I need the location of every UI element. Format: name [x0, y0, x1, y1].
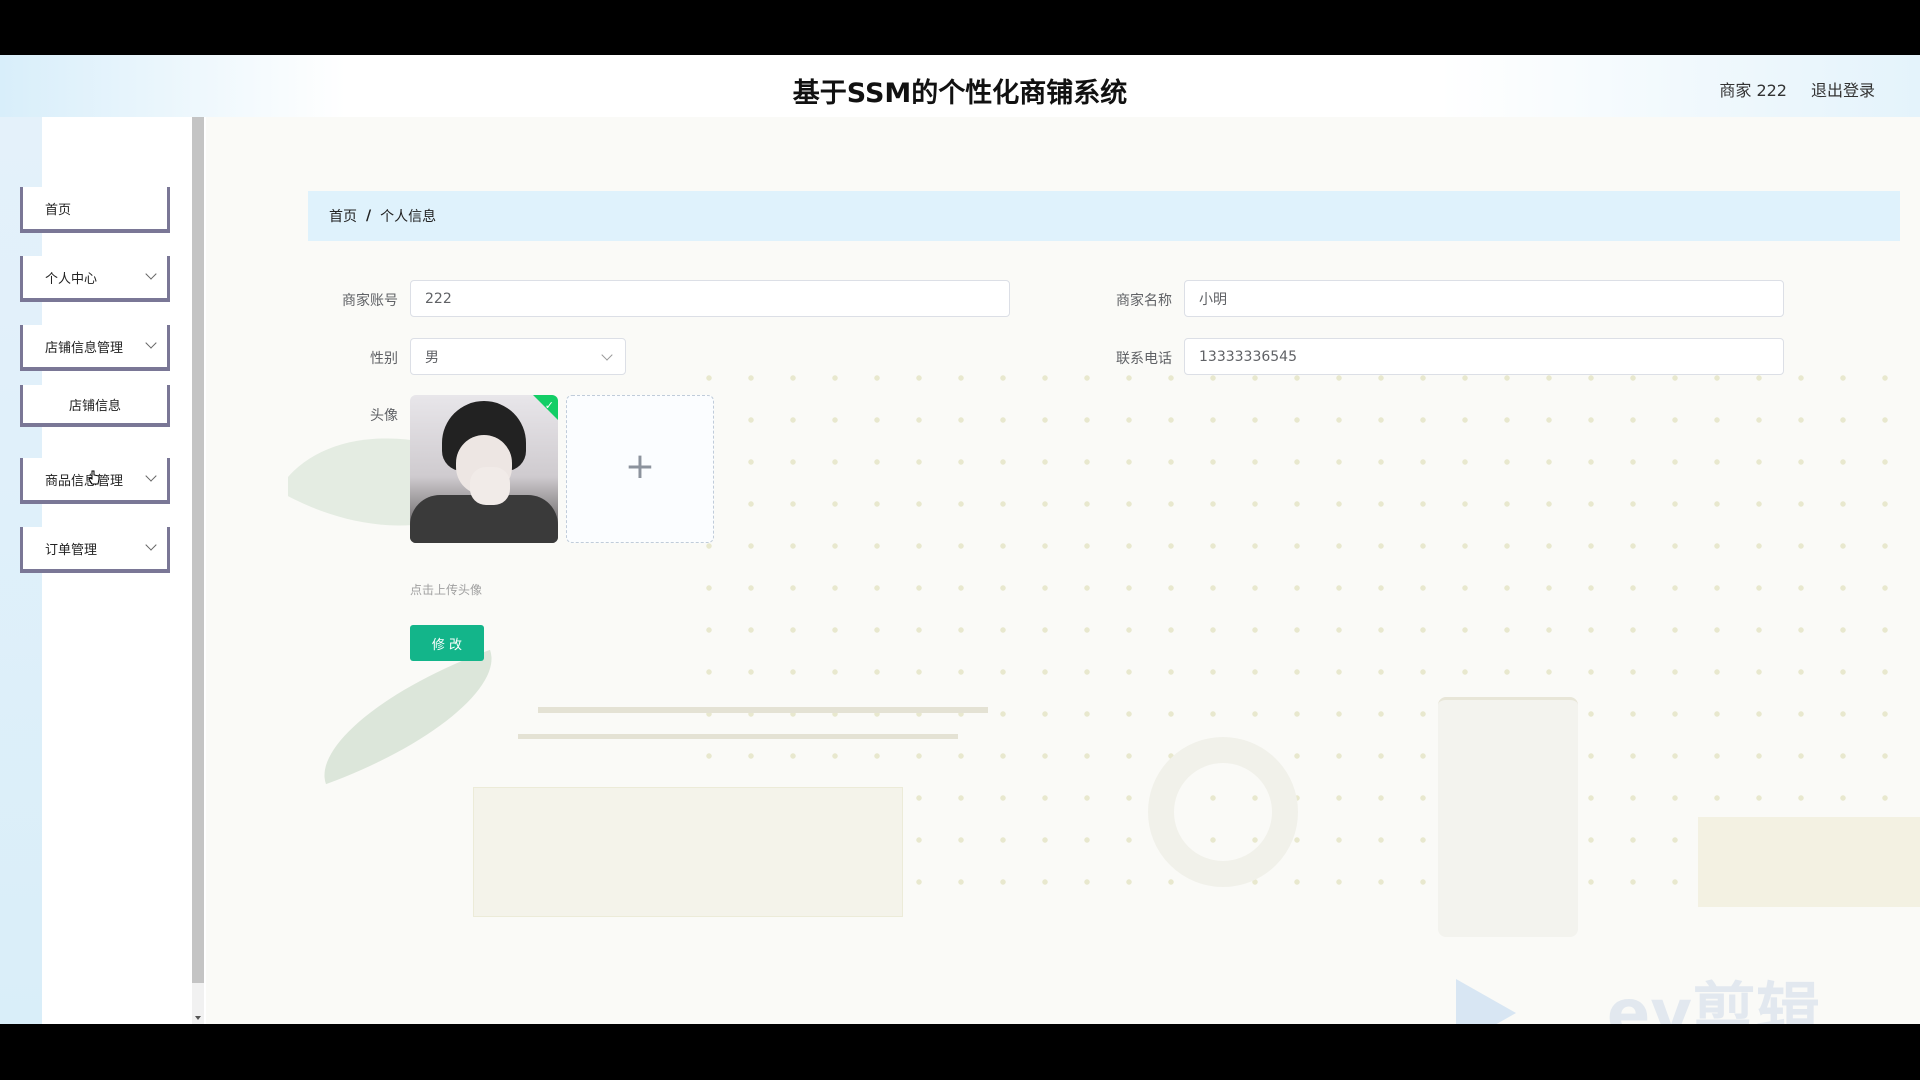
name-field[interactable]: 小明 — [1184, 280, 1784, 317]
background-shelf — [538, 707, 988, 713]
watermark-logo-icon — [1456, 979, 1516, 1024]
app-title: 基于SSM的个性化商铺系统 — [792, 78, 1128, 109]
sidebar: 首页 个人中心 店铺信息管理 店铺信息 商品信息管理 订单管理 — [0, 117, 206, 1024]
chevron-down-icon — [145, 268, 157, 280]
background-cylinder — [1438, 697, 1578, 937]
sidebar-item-order-management[interactable]: 订单管理 — [20, 527, 170, 573]
gender-select[interactable]: 男 — [410, 338, 626, 375]
sidebar-item-label: 店铺信息 — [68, 398, 121, 414]
breadcrumb-home[interactable]: 首页 — [329, 206, 357, 226]
chevron-down-icon — [145, 337, 157, 349]
app-frame: 基于SSM的个性化商铺系统 商家 222 退出登录 首页 个人中心 店铺信息管理… — [0, 55, 1920, 1024]
background-shelf — [518, 734, 958, 739]
avatar-upload-button[interactable]: + — [566, 395, 714, 543]
sidebar-item-label: 个人中心 — [45, 271, 98, 287]
hand-cursor-icon — [88, 470, 100, 485]
account-field[interactable]: 222 — [410, 280, 1010, 317]
sidebar-item-label: 首页 — [45, 202, 72, 218]
background-box — [473, 787, 903, 917]
name-label: 商家名称 — [1116, 293, 1172, 309]
current-user: 商家 222 — [1719, 81, 1787, 100]
chevron-down-icon — [601, 349, 613, 361]
background-leaf — [302, 649, 514, 785]
background-slab — [1698, 817, 1920, 907]
sidebar-item-personal-center[interactable]: 个人中心 — [20, 256, 170, 302]
submit-button[interactable]: 修 改 — [410, 625, 484, 661]
avatar-label: 头像 — [370, 408, 398, 424]
breadcrumb-current: 个人信息 — [380, 209, 437, 225]
phone-field[interactable]: 13333336545 — [1184, 338, 1784, 375]
plus-icon: + — [624, 446, 656, 487]
watermark: ev剪辑 — [1606, 977, 1820, 1024]
account-value: 222 — [425, 290, 452, 307]
scroll-down-arrow-icon[interactable] — [195, 1016, 201, 1020]
sidebar-item-home[interactable]: 首页 — [20, 187, 170, 233]
sidebar-item-label: 商品信息管理 — [45, 473, 124, 489]
sidebar-item-label: 店铺信息管理 — [45, 340, 124, 356]
sidebar-subitem-shop-info[interactable]: 店铺信息 — [20, 385, 170, 427]
account-label: 商家账号 — [342, 293, 398, 309]
upload-hint: 点击上传头像 — [410, 583, 483, 597]
sidebar-item-shop-management[interactable]: 店铺信息管理 — [20, 325, 170, 371]
gender-label: 性别 — [370, 351, 398, 367]
sidebar-scrollbar[interactable] — [192, 117, 204, 1024]
logout-button[interactable]: 退出登录 — [1811, 77, 1875, 101]
gender-value: 男 — [425, 349, 439, 366]
breadcrumb: 首页 / 个人信息 — [308, 191, 1900, 241]
avatar-hand — [470, 467, 510, 505]
main-content: ev剪辑 首页 / 个人信息 商家账号 222 商家名称 小明 性别 男 联系电… — [288, 117, 1920, 1024]
scroll-thumb[interactable] — [192, 117, 204, 983]
phone-value: 13333336545 — [1199, 348, 1297, 365]
header: 基于SSM的个性化商铺系统 商家 222 退出登录 — [0, 55, 1920, 117]
sidebar-item-label: 订单管理 — [45, 542, 98, 558]
chevron-down-icon — [145, 470, 157, 482]
phone-label: 联系电话 — [1116, 351, 1172, 367]
check-icon: ✓ — [544, 399, 554, 412]
background-ring — [1148, 737, 1298, 887]
name-value: 小明 — [1199, 291, 1227, 308]
breadcrumb-separator: / — [366, 208, 372, 224]
chevron-down-icon — [145, 539, 157, 551]
avatar[interactable]: ✓ — [410, 395, 558, 543]
